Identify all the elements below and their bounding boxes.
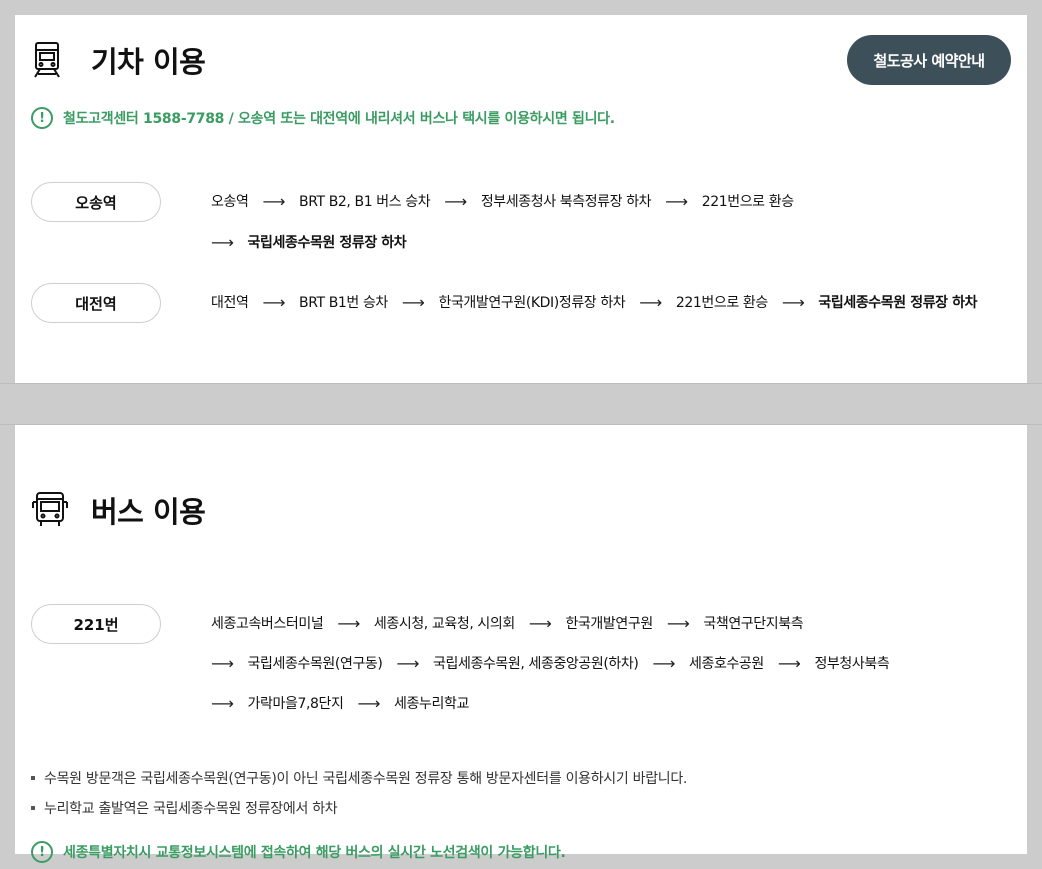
arrow-right-icon: ⟶ <box>337 613 360 633</box>
arrow-right-icon: ⟶ <box>781 292 805 312</box>
arrow-right-icon: ⟶ <box>665 191 688 211</box>
bus-notice: ! 세종특별자치시 교통정보시스템에 접속하여 해당 버스의 실시간 노선검색이… <box>31 841 566 863</box>
route-stop: 정부세종청사 북측정류장 하차 <box>480 194 652 210</box>
route-stop: 국책연구단지북측 <box>703 616 804 632</box>
list-item: 누리학교 출발역은 국립세종수목원 정류장에서 하차 <box>31 793 687 823</box>
arrow-right-icon: ⟶ <box>396 653 420 673</box>
arrow-right-icon: ⟶ <box>652 653 676 673</box>
arrow-right-icon: ⟶ <box>262 191 285 211</box>
route-stop: 가락마을7,8단지 <box>247 696 344 712</box>
train-section: 기차 이용 철도공사 예약안내 ! 철도고객센터 1588-7788 / 오송역… <box>15 15 1027 383</box>
bus-icon <box>32 492 68 526</box>
route-stop: 오송역 <box>211 194 249 210</box>
station-badge-daejeon: 대전역 <box>31 283 161 323</box>
route-stop: BRT B1번 승차 <box>299 295 388 311</box>
bus-route-line2: ⟶ 국립세종수목원(연구동) ⟶ 국립세종수목원, 세종중앙공원(하차) ⟶ 세… <box>211 653 890 673</box>
bus-notice-text: 세종특별자치시 교통정보시스템에 접속하여 해당 버스의 실시간 노선검색이 가… <box>63 845 566 861</box>
arrow-right-icon: ⟶ <box>262 292 285 312</box>
bus-route-badge: 221번 <box>31 604 161 644</box>
daejeon-route-line1: 대전역 ⟶ BRT B1번 승차 ⟶ 한국개발연구원(KDI)정류장 하차 ⟶ … <box>211 292 977 312</box>
train-section-header: 기차 이용 <box>31 39 206 81</box>
osong-route-line2: ⟶ 국립세종수목원 정류장 하차 <box>211 232 407 252</box>
train-section-title: 기차 이용 <box>91 45 206 79</box>
bullet-dot-icon <box>31 806 35 810</box>
exclamation-circle-icon: ! <box>31 107 53 129</box>
bullet-dot-icon <box>31 776 35 780</box>
route-stop-destination: 국립세종수목원 정류장 하차 <box>247 235 407 251</box>
route-stop-destination: 국립세종수목원 정류장 하차 <box>818 295 978 311</box>
bus-section-header: 버스 이용 <box>31 489 206 531</box>
list-item: 수목원 방문객은 국립세종수목원(연구동)이 아닌 국립세종수목원 정류장 통해… <box>31 763 687 793</box>
arrow-right-icon: ⟶ <box>211 232 234 252</box>
bus-bullet-list: 수목원 방문객은 국립세종수목원(연구동)이 아닌 국립세종수목원 정류장 통해… <box>31 763 687 823</box>
route-stop: 한국개발연구원 <box>565 616 653 632</box>
arrow-right-icon: ⟶ <box>357 693 381 713</box>
route-stop: 세종시청, 교육청, 시의회 <box>373 616 515 632</box>
arrow-right-icon: ⟶ <box>777 653 801 673</box>
route-stop: 국립세종수목원(연구동) <box>247 656 383 672</box>
bus-section: 버스 이용 221번 세종고속버스터미널 ⟶ 세종시청, 교육청, 시의회 ⟶ … <box>15 425 1027 863</box>
railway-reservation-button[interactable]: 철도공사 예약안내 <box>847 35 1011 85</box>
section-divider <box>0 383 1042 384</box>
arrow-right-icon: ⟶ <box>528 613 552 633</box>
route-stop: 221번으로 환승 <box>701 194 794 210</box>
route-stop: 한국개발연구원(KDI)정류장 하차 <box>438 295 626 311</box>
arrow-right-icon: ⟶ <box>444 191 467 211</box>
route-stop: 세종누리학교 <box>394 696 469 712</box>
route-stop: 221번으로 환승 <box>675 295 768 311</box>
osong-route-line1: 오송역 ⟶ BRT B2, B1 버스 승차 ⟶ 정부세종청사 북측정류장 하차… <box>211 191 794 211</box>
bus-section-title: 버스 이용 <box>91 495 206 529</box>
bus-route-line1: 세종고속버스터미널 ⟶ 세종시청, 교육청, 시의회 ⟶ 한국개발연구원 ⟶ 국… <box>211 613 804 633</box>
route-stop: 대전역 <box>211 295 249 311</box>
arrow-right-icon: ⟶ <box>639 292 662 312</box>
route-stop: 세종호수공원 <box>689 656 764 672</box>
train-icon <box>34 42 60 78</box>
bus-route-line3: ⟶ 가락마을7,8단지 ⟶ 세종누리학교 <box>211 693 469 713</box>
route-stop: BRT B2, B1 버스 승차 <box>299 194 431 210</box>
route-stop: 국립세종수목원, 세종중앙공원(하차) <box>433 656 639 672</box>
arrow-right-icon: ⟶ <box>211 653 234 673</box>
route-stop: 세종고속버스터미널 <box>211 616 324 632</box>
arrow-right-icon: ⟶ <box>666 613 690 633</box>
arrow-right-icon: ⟶ <box>211 693 234 713</box>
train-notice-text: 철도고객센터 1588-7788 / 오송역 또는 대전역에 내리셔서 버스나 … <box>63 111 615 127</box>
route-stop: 정부청사북측 <box>814 656 890 672</box>
station-badge-osong: 오송역 <box>31 182 161 222</box>
exclamation-circle-icon: ! <box>31 841 53 863</box>
arrow-right-icon: ⟶ <box>401 292 425 312</box>
train-notice: ! 철도고객센터 1588-7788 / 오송역 또는 대전역에 내리셔서 버스… <box>31 107 615 129</box>
